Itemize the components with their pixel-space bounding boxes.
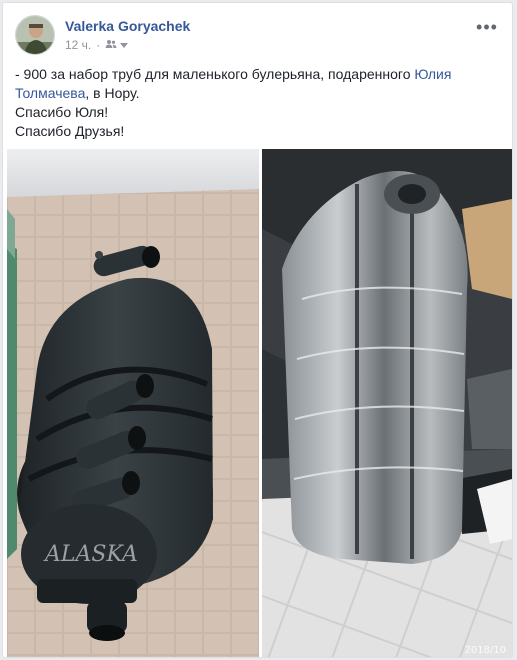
photo-wrapped-pipes[interactable]: 2018/10 <box>262 149 512 657</box>
post-header: Valerka Goryachek 12 ч. · ••• <box>15 13 500 57</box>
post-text: - 900 за набор труб для маленького булер… <box>15 65 496 141</box>
photo-grid: ALASKA 2018/10 <box>3 149 512 657</box>
chevron-down-icon[interactable] <box>120 38 129 52</box>
more-dots-icon: ••• <box>476 17 498 37</box>
post-line-1-suffix: , в Нору. <box>85 85 140 101</box>
avatar[interactable] <box>15 15 55 55</box>
friends-icon[interactable] <box>105 38 117 52</box>
separator-dot: · <box>96 38 101 52</box>
photo-stove[interactable]: ALASKA <box>7 149 259 657</box>
post-line-1-prefix: - 900 за набор труб для маленького булер… <box>15 66 415 82</box>
post-meta: 12 ч. · <box>65 38 129 52</box>
stove-brand-label: ALASKA <box>43 542 138 567</box>
post-line-1: - 900 за набор труб для маленького булер… <box>15 65 496 103</box>
feed-post: Valerka Goryachek 12 ч. · ••• - 900 за н… <box>2 2 513 658</box>
post-line-2: Спасибо Юля! <box>15 104 109 120</box>
author-name[interactable]: Valerka Goryachek <box>65 18 190 34</box>
post-timestamp[interactable]: 12 ч. <box>65 38 91 52</box>
post-line-3: Спасибо Друзья! <box>15 123 125 139</box>
more-options-button[interactable]: ••• <box>476 17 498 37</box>
photo-date-stamp: 2018/10 <box>464 645 506 656</box>
